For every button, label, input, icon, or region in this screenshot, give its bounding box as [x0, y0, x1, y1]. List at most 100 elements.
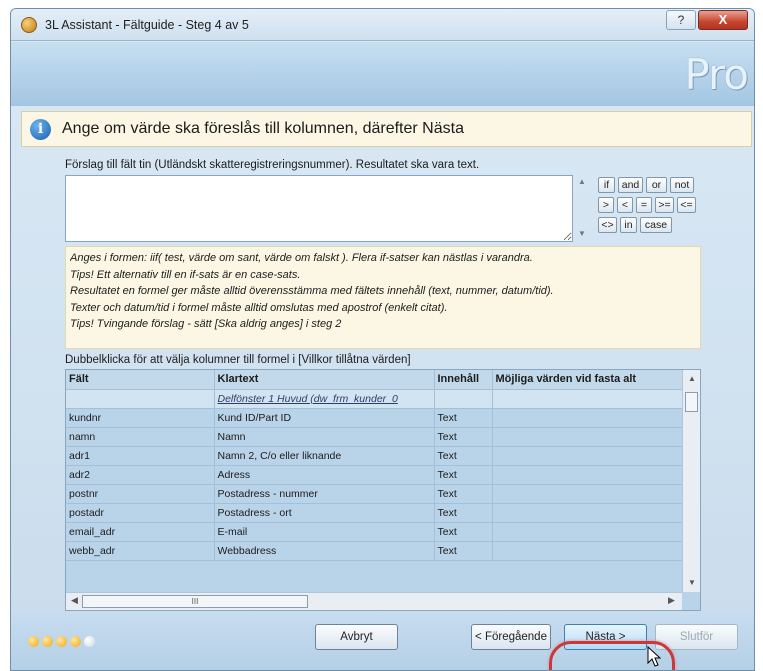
cell-falt: webb_adr: [66, 541, 215, 561]
help-line: Texter och datum/tid i formel måste allt…: [70, 301, 448, 314]
close-button[interactable]: X: [698, 10, 748, 30]
cell-klartext: Webbadress: [214, 541, 435, 561]
cell-falt: email_adr: [66, 522, 215, 542]
previous-button[interactable]: < Föregående: [471, 624, 551, 650]
help-line: Resultatet en formel ger måste alltid öv…: [70, 285, 554, 298]
cell-klartext: Kund ID/Part ID: [214, 408, 435, 428]
help-line: Tips! Tvingande förslag - sätt [Ska aldr…: [70, 318, 342, 331]
scroll-down-icon[interactable]: ▼: [578, 229, 586, 238]
formula-input[interactable]: [65, 175, 573, 242]
subwindow-link[interactable]: Delfönster 1 Huvud (dw_frm_kunder_0: [218, 393, 398, 405]
op-neq-button[interactable]: <>: [598, 217, 617, 233]
pro-logo: Pro: [684, 50, 749, 99]
table-cell: [492, 389, 683, 409]
group-link[interactable]: Delfönster 1 Huvud (dw_frm_kunder_0: [214, 389, 435, 409]
cell-falt: postnr: [66, 484, 215, 504]
grid-header-row: Fält Klartext Innehåll Möjliga värden vi…: [66, 370, 683, 390]
table-cell: [66, 389, 215, 409]
col-header-klartext[interactable]: Klartext: [214, 370, 435, 390]
cell-mojliga: [492, 484, 683, 504]
grid-horizontal-scrollbar[interactable]: ◀ III ▶: [66, 592, 682, 610]
cell-mojliga: [492, 522, 683, 542]
table-row[interactable]: adr2 Adress Text: [66, 465, 683, 485]
cell-klartext: Namn 2, C/o eller liknande: [214, 446, 435, 466]
cell-falt: postadr: [66, 503, 215, 523]
info-icon: i: [30, 119, 51, 140]
scroll-thumb[interactable]: [685, 392, 698, 412]
columns-grid[interactable]: Fält Klartext Innehåll Möjliga värden vi…: [65, 369, 701, 611]
cell-falt: namn: [66, 427, 215, 447]
op-in-button[interactable]: in: [620, 217, 637, 233]
help-button[interactable]: ?: [666, 10, 696, 30]
scroll-down-icon[interactable]: ▼: [688, 578, 696, 587]
columns-table: Fält Klartext Innehåll Möjliga värden vi…: [66, 370, 683, 561]
table-row[interactable]: postadr Postadress - ort Text: [66, 503, 683, 523]
cell-mojliga: [492, 503, 683, 523]
cell-innehall: Text: [434, 427, 493, 447]
table-row[interactable]: adr1 Namn 2, C/o eller liknande Text: [66, 446, 683, 466]
main-panel: Förslag till fält tin (Utländskt skatter…: [65, 155, 701, 611]
title-bar: 3L Assistant - Fältguide - Steg 4 av 5 ?…: [11, 9, 754, 41]
op-case-button[interactable]: case: [640, 217, 672, 233]
cell-innehall: Text: [434, 408, 493, 428]
columns-label: Dubbelklicka för att välja kolumner till…: [65, 354, 411, 366]
op-and-button[interactable]: and: [618, 177, 643, 193]
cell-klartext: Adress: [214, 465, 435, 485]
grid-group-row[interactable]: Delfönster 1 Huvud (dw_frm_kunder_0: [66, 389, 683, 409]
cell-mojliga: [492, 408, 683, 428]
op-lte-button[interactable]: <=: [677, 197, 696, 213]
instruction-banner: i Ange om värde ska föreslås till kolumn…: [21, 111, 752, 147]
formula-help-box: Anges i formen: iif( test, värde om sant…: [65, 246, 701, 349]
op-if-button[interactable]: if: [598, 177, 615, 193]
cell-innehall: Text: [434, 465, 493, 485]
header-strip: Pro: [11, 42, 754, 106]
cell-falt: kundnr: [66, 408, 215, 428]
cell-klartext: E-mail: [214, 522, 435, 542]
scroll-thumb[interactable]: III: [82, 595, 308, 608]
cancel-button[interactable]: Avbryt: [315, 624, 398, 650]
wizard-footer: Avbryt < Föregående Nästa > Slutför: [11, 613, 754, 670]
progress-dot-done: [70, 636, 81, 647]
help-line: Tips! Ett alternativ till en if-sats är …: [70, 268, 301, 281]
wizard-window: 3L Assistant - Fältguide - Steg 4 av 5 ?…: [10, 8, 755, 671]
col-header-innehall[interactable]: Innehåll: [434, 370, 493, 390]
table-row[interactable]: email_adr E-mail Text: [66, 522, 683, 542]
app-icon: [21, 17, 37, 33]
scroll-up-icon[interactable]: ▲: [578, 177, 586, 186]
op-gte-button[interactable]: >=: [655, 197, 674, 213]
cell-klartext: Postadress - ort: [214, 503, 435, 523]
help-line: Anges i formen: iif( test, värde om sant…: [70, 252, 533, 264]
cell-innehall: Text: [434, 503, 493, 523]
op-lt-button[interactable]: <: [617, 197, 633, 213]
scroll-right-icon[interactable]: ▶: [668, 595, 675, 606]
formula-field-label: Förslag till fält tin (Utländskt skatter…: [65, 159, 480, 171]
col-header-falt[interactable]: Fält: [66, 370, 215, 390]
op-not-button[interactable]: not: [670, 177, 694, 193]
table-row[interactable]: kundnr Kund ID/Part ID Text: [66, 408, 683, 428]
scroll-left-icon[interactable]: ◀: [71, 595, 78, 606]
col-header-mojliga-varden[interactable]: Möjliga värden vid fasta alt: [492, 370, 683, 390]
progress-dot-done: [28, 636, 39, 647]
formula-scrollbar[interactable]: ▲ ▼: [576, 175, 592, 242]
cell-falt: adr1: [66, 446, 215, 466]
op-or-button[interactable]: or: [646, 177, 667, 193]
instruction-text: Ange om värde ska föreslås till kolumnen…: [62, 120, 464, 137]
mouse-cursor-icon: [647, 646, 662, 667]
cell-mojliga: [492, 541, 683, 561]
table-cell: [434, 389, 493, 409]
grid-vertical-scrollbar[interactable]: ▲ ▼: [682, 370, 700, 592]
table-row[interactable]: postnr Postadress - nummer Text: [66, 484, 683, 504]
cell-innehall: Text: [434, 446, 493, 466]
cell-mojliga: [492, 446, 683, 466]
op-gt-button[interactable]: >: [598, 197, 614, 213]
cell-mojliga: [492, 465, 683, 485]
window-title: 3L Assistant - Fältguide - Steg 4 av 5: [45, 18, 249, 32]
cell-innehall: Text: [434, 541, 493, 561]
op-eq-button[interactable]: =: [636, 197, 652, 213]
scroll-up-icon[interactable]: ▲: [688, 374, 696, 383]
table-row[interactable]: webb_adr Webbadress Text: [66, 541, 683, 561]
cell-klartext: Postadress - nummer: [214, 484, 435, 504]
cell-falt: adr2: [66, 465, 215, 485]
progress-dot-done: [42, 636, 53, 647]
table-row[interactable]: namn Namn Text: [66, 427, 683, 447]
